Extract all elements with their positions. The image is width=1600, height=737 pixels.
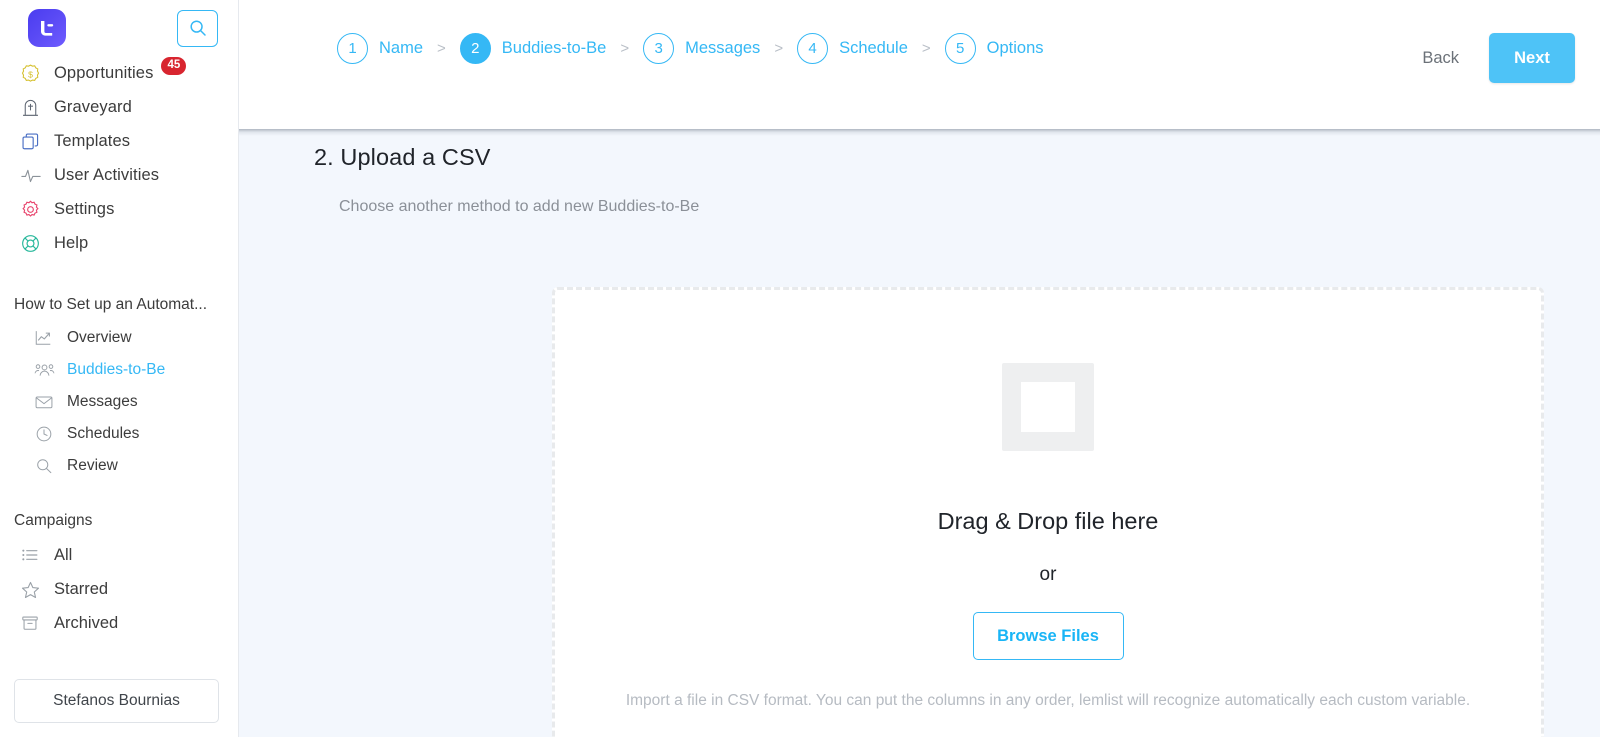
dropzone-hint: Import a file in CSV format. You can put… [625,692,1471,709]
step-separator: > [437,40,446,57]
wizard-stepper: 1 Name > 2 Buddies-to-Be > 3 Messages > … [337,33,1044,64]
sidebar-item-graveyard[interactable]: Graveyard [0,90,238,124]
step-number[interactable]: 3 [643,33,675,64]
sidebar-item-label: Overview [67,329,132,346]
sidebar-item-label: Messages [67,393,138,410]
search-icon [189,20,206,36]
logo-glyph [41,21,54,36]
sidebar-item-label: Templates [54,131,131,150]
page-title: 2. Upload a CSV [314,144,491,170]
step-3[interactable]: 3 Messages [643,33,760,64]
opportunities-badge: 45 [161,57,187,75]
page-subtitle: Choose another method to add new Buddies… [339,198,700,215]
sidebar-item-settings[interactable]: Settings [0,192,238,226]
lifebuoy-icon [20,232,46,254]
step-5[interactable]: 5 Options [944,33,1044,64]
archive-box-icon [20,614,46,632]
sidebar-item-all[interactable]: All [0,538,238,572]
star-icon [20,580,46,599]
browse-files-button[interactable]: Browse Files [972,612,1124,660]
content-area: 2. Upload a CSV Choose another method to… [239,129,1600,737]
sidebar-item-review[interactable]: Review [0,450,238,482]
sidebar-item-help[interactable]: Help [0,226,238,260]
sidebar-item-label: All [54,545,73,564]
step-number[interactable]: 4 [797,33,829,64]
sidebar: $ Opportunities 45 Graveyard Templates U… [0,0,239,737]
magnifier-icon [34,457,58,475]
sidebar-main-nav: $ Opportunities 45 Graveyard Templates U… [0,56,238,260]
chart-arrow-icon [34,329,58,347]
sidebar-item-templates[interactable]: Templates [0,124,238,158]
sidebar-item-label: Starred [54,579,109,598]
sidebar-item-label: Settings [54,199,115,218]
lemlist-logo[interactable] [28,9,66,47]
sidebar-item-label: Archived [54,613,119,632]
sidebar-item-user-activities[interactable]: User Activities [0,158,238,192]
sidebar-item-label: Schedules [67,425,140,442]
sidebar-item-archived[interactable]: Archived [0,606,238,640]
dropzone-or-label: or [1039,564,1057,585]
search-button[interactable] [177,9,218,47]
people-group-icon [34,361,58,379]
sidebar-item-label: Graveyard [54,97,132,116]
step-label[interactable]: Buddies-to-Be [502,39,607,58]
gear-icon [20,198,46,220]
sidebar-item-messages[interactable]: Messages [0,386,238,418]
sidebar-item-opportunities[interactable]: $ Opportunities 45 [0,56,238,90]
step-separator: > [620,40,630,57]
step-separator: > [921,40,931,57]
step-number[interactable]: 5 [944,33,976,64]
wizard-header: 1 Name > 2 Buddies-to-Be > 3 Messages > … [239,0,1600,129]
step-label[interactable]: Name [379,39,423,58]
step-4[interactable]: 4 Schedule [797,33,908,64]
sidebar-item-buddies-to-be[interactable]: Buddies-to-Be [0,354,238,386]
sidebar-item-label: Buddies-to-Be [67,361,166,378]
step-2[interactable]: 2 Buddies-to-Be [459,33,607,64]
next-button[interactable]: Next [1489,33,1575,83]
sidebar-item-label: Opportunities [54,63,154,82]
header-actions: Back Next [1422,33,1575,83]
step-number[interactable]: 1 [337,33,368,64]
sidebar-item-starred[interactable]: Starred [0,572,238,606]
sidebar-item-schedules[interactable]: Schedules [0,418,238,450]
main-area: 1 Name > 2 Buddies-to-Be > 3 Messages > … [239,0,1600,737]
campaign-group-title: How to Set up an Automat... [14,296,208,313]
step-label[interactable]: Options [987,39,1044,58]
clock-icon [34,425,58,443]
activity-pulse-icon [20,164,46,186]
templates-icon [20,130,46,152]
user-account-button[interactable]: Stefanos Bournias [14,679,219,723]
sidebar-item-overview[interactable]: Overview [0,322,238,354]
dollar-badge-icon: $ [20,62,46,84]
step-label[interactable]: Messages [685,39,760,58]
campaigns-section-title: Campaigns [14,512,93,529]
sidebar-item-label: Review [67,457,118,474]
file-placeholder-icon [1002,363,1094,451]
step-label[interactable]: Schedule [839,39,908,58]
back-button[interactable]: Back [1422,49,1459,68]
sidebar-header [0,0,238,48]
svg-text:$: $ [28,69,33,79]
sidebar-item-label: Help [54,233,89,252]
dropzone-title: Drag & Drop file here [937,508,1159,534]
envelope-icon [34,393,58,411]
app-root: $ Opportunities 45 Graveyard Templates U… [0,0,1600,737]
user-name: Stefanos Bournias [53,692,180,709]
gravestone-icon [20,96,46,118]
file-dropzone[interactable]: Drag & Drop file here or Browse Files Im… [552,287,1544,737]
step-number[interactable]: 2 [459,33,491,64]
list-icon [20,546,46,564]
step-1[interactable]: 1 Name [337,33,423,64]
step-separator: > [774,40,784,57]
sidebar-item-label: User Activities [54,165,160,184]
